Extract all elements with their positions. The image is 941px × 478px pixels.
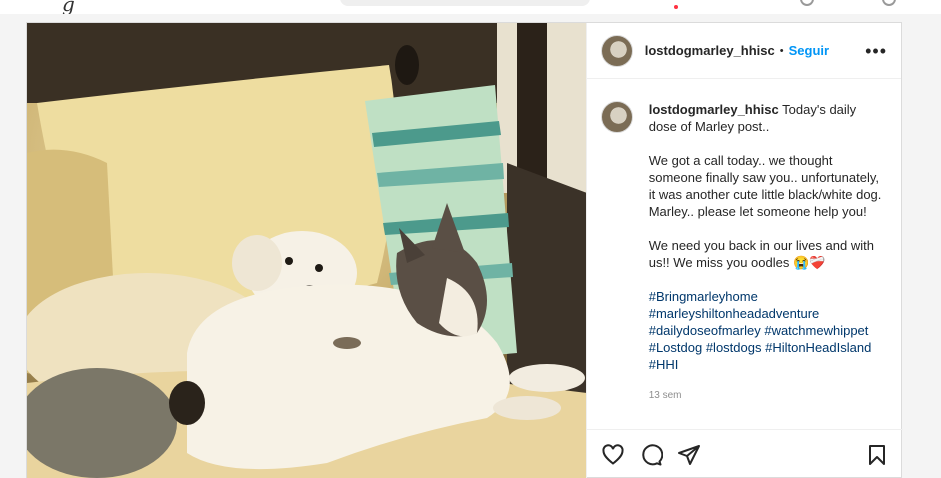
caption: lostdogmarley_hhisc Today's daily dose o… <box>587 79 901 404</box>
top-nav: g <box>0 0 941 16</box>
hashtag-line[interactable]: #Lostdog #lostdogs #HiltonHeadIsland <box>649 339 887 356</box>
post-modal: lostdogmarley_hhisc • Seguir ••• lostdog… <box>26 22 903 478</box>
dot-separator: • <box>779 44 784 57</box>
comment-icon[interactable] <box>639 443 663 467</box>
profile-icon[interactable] <box>882 0 896 6</box>
notification-dot <box>674 5 678 9</box>
dogs-photo <box>27 23 586 478</box>
hashtag-line[interactable]: #marleyshiltonheadadventure <box>649 305 887 322</box>
caption-intro: lostdogmarley_hhisc Today's daily dose o… <box>649 101 887 135</box>
username-link[interactable]: lostdogmarley_hhisc <box>645 43 775 58</box>
post-photo <box>27 23 586 478</box>
post-sidebar: lostdogmarley_hhisc • Seguir ••• lostdog… <box>585 23 903 478</box>
caption-paragraph-2: We need you back in our lives and with u… <box>648 238 874 270</box>
hashtag-line[interactable]: #Bringmarleyhome <box>649 288 887 305</box>
nav-icon[interactable] <box>800 0 814 6</box>
heart-icon[interactable] <box>601 443 625 467</box>
share-icon[interactable] <box>677 443 701 467</box>
post-timestamp[interactable]: 13 sem <box>649 387 887 404</box>
more-options-icon[interactable]: ••• <box>865 42 887 60</box>
follow-button[interactable]: Seguir <box>789 43 829 58</box>
hashtag-line[interactable]: #dailydoseofmarley #watchmewhippet <box>649 322 887 339</box>
caption-body: lostdogmarley_hhisc Today's daily dose o… <box>649 101 887 404</box>
caption-avatar[interactable] <box>600 101 633 133</box>
action-bar <box>586 429 903 478</box>
post-header: lostdogmarley_hhisc • Seguir ••• <box>586 23 901 79</box>
search-bar[interactable] <box>340 0 590 6</box>
avatar[interactable] <box>600 34 633 67</box>
caption-username[interactable]: lostdogmarley_hhisc <box>649 102 779 117</box>
hashtag-list: #Bringmarleyhome #marleyshiltonheadadven… <box>649 288 887 373</box>
bookmark-icon[interactable] <box>865 443 889 467</box>
hashtag-line[interactable]: #HHI <box>649 356 887 373</box>
caption-paragraph-1: We got a call today.. we thought someone… <box>648 153 882 219</box>
